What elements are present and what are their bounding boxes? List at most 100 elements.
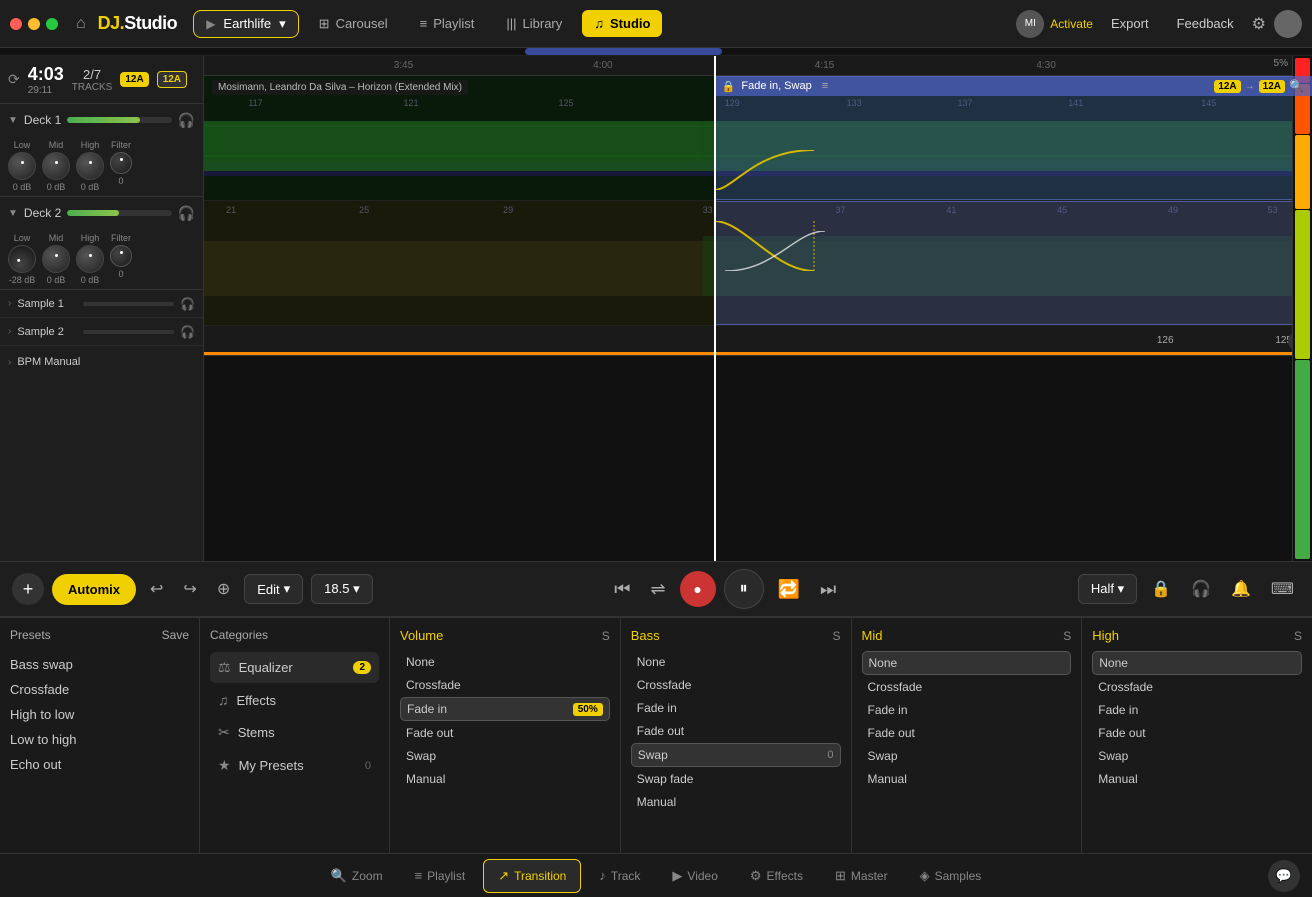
deck1-low-knob[interactable]: [8, 152, 36, 180]
volume-crossfade[interactable]: Crossfade: [400, 674, 610, 696]
settings-button[interactable]: ⚙: [1252, 14, 1266, 34]
bass-crossfade[interactable]: Crossfade: [631, 674, 841, 696]
studio-nav[interactable]: ♫ Studio: [582, 10, 662, 37]
mid-crossfade[interactable]: Crossfade: [862, 676, 1072, 698]
deck1-volume-bar[interactable]: [67, 117, 171, 123]
keyboard-button[interactable]: ⌨: [1265, 573, 1300, 605]
skip-forward-button[interactable]: ⏭: [814, 573, 842, 606]
preset-bass-swap[interactable]: Bass swap: [10, 652, 189, 677]
nav-playlist[interactable]: ≡ Playlist: [401, 860, 480, 891]
fullscreen-dot[interactable]: [46, 18, 58, 30]
transition-menu-icon[interactable]: ≡: [822, 80, 828, 92]
bass-fade-in[interactable]: Fade in: [631, 697, 841, 719]
bass-none[interactable]: None: [631, 651, 841, 673]
deck2-track[interactable]: Transporto – EarthLife 21 25 29 33 37 41…: [204, 201, 1312, 326]
deck1-high-knob[interactable]: [76, 152, 104, 180]
mid-fade-in[interactable]: Fade in: [862, 699, 1072, 721]
bass-swap-fade[interactable]: Swap fade: [631, 768, 841, 790]
deck1-mid-knob[interactable]: [42, 152, 70, 180]
snap-button[interactable]: ⊕: [211, 573, 236, 605]
mid-none[interactable]: None: [862, 651, 1072, 675]
minimize-dot[interactable]: [28, 18, 40, 30]
crossfade-button[interactable]: ⇌: [644, 573, 671, 606]
bass-s-button[interactable]: S: [832, 629, 840, 643]
high-fade-in[interactable]: Fade in: [1092, 699, 1302, 721]
deck1-headphone-icon[interactable]: 🎧: [178, 112, 195, 129]
nav-zoom[interactable]: 🔍 Zoom: [317, 860, 397, 892]
category-effects[interactable]: ♫ Effects: [210, 685, 379, 715]
nav-effects[interactable]: ⚙ Effects: [736, 860, 817, 892]
timeline-area[interactable]: 3:45 4:00 4:15 4:30 Mosimann, Leandro Da…: [204, 56, 1312, 561]
transition-block[interactable]: 🔒 Fade in, Swap ≡ 12A → 12A 🔍: [714, 76, 1312, 96]
volume-fade-in[interactable]: Fade in 50%: [400, 697, 610, 721]
nav-master[interactable]: ⊞ Master: [821, 860, 902, 892]
search-icon[interactable]: 🔍: [1289, 79, 1304, 93]
sample2-headphone[interactable]: 🎧: [180, 325, 195, 339]
volume-swap[interactable]: Swap: [400, 745, 610, 767]
high-none[interactable]: None: [1092, 651, 1302, 675]
close-dot[interactable]: [10, 18, 22, 30]
add-button[interactable]: +: [12, 573, 44, 605]
deck1-filter-knob[interactable]: [110, 152, 132, 174]
sample2-bar[interactable]: [83, 330, 174, 334]
undo-button[interactable]: ↩: [144, 573, 169, 605]
category-my-presets[interactable]: ★ My Presets 0: [210, 750, 379, 781]
home-button[interactable]: ⌂: [72, 11, 90, 37]
volume-none[interactable]: None: [400, 651, 610, 673]
chat-button[interactable]: 💬: [1268, 860, 1300, 892]
alert-button[interactable]: 🔔: [1225, 573, 1257, 605]
bass-manual[interactable]: Manual: [631, 791, 841, 813]
scroll-thumb[interactable]: [525, 48, 722, 55]
deck2-mid-knob[interactable]: [42, 245, 70, 273]
nav-video[interactable]: ▶ Video: [658, 860, 731, 892]
avatar[interactable]: [1274, 10, 1302, 38]
mid-s-button[interactable]: S: [1063, 629, 1071, 643]
automix-button[interactable]: Automix: [52, 574, 136, 605]
deck2-volume-bar[interactable]: [67, 210, 171, 216]
edit-button[interactable]: Edit ▾: [244, 574, 303, 604]
sample1-headphone[interactable]: 🎧: [180, 297, 195, 311]
feedback-button[interactable]: Feedback: [1167, 10, 1244, 37]
sample1-bar[interactable]: [83, 302, 174, 306]
loop-button[interactable]: 🔁: [772, 573, 806, 606]
high-crossfade[interactable]: Crossfade: [1092, 676, 1302, 698]
mid-fade-out[interactable]: Fade out: [862, 722, 1072, 744]
activate-button[interactable]: Activate: [1050, 17, 1093, 31]
high-fade-out[interactable]: Fade out: [1092, 722, 1302, 744]
bpm-button[interactable]: 18.5 ▾: [311, 574, 372, 604]
nav-track[interactable]: ♪ Track: [585, 860, 654, 891]
skip-back-button[interactable]: ⏮: [608, 573, 636, 606]
preset-high-to-low[interactable]: High to low: [10, 702, 189, 727]
save-button[interactable]: Save: [162, 628, 189, 642]
deck2-high-knob[interactable]: [76, 245, 104, 273]
volume-manual[interactable]: Manual: [400, 768, 610, 790]
preset-crossfade[interactable]: Crossfade: [10, 677, 189, 702]
nav-samples[interactable]: ◈ Samples: [906, 860, 996, 892]
half-button[interactable]: Half ▾: [1078, 574, 1137, 604]
carousel-nav[interactable]: ⊞ Carousel: [307, 10, 400, 38]
record-button[interactable]: ●: [680, 571, 716, 607]
mid-manual[interactable]: Manual: [862, 768, 1072, 790]
play-pause-button[interactable]: ⏸: [724, 569, 764, 609]
library-nav[interactable]: ||| Library: [494, 10, 574, 37]
bass-fade-out[interactable]: Fade out: [631, 720, 841, 742]
playlist-nav[interactable]: ≡ Playlist: [408, 10, 487, 37]
nav-transition[interactable]: ↗ Transition: [483, 859, 581, 893]
deck2-low-knob[interactable]: [3, 240, 41, 278]
redo-button[interactable]: ↪: [177, 573, 202, 605]
mini-scrollbar[interactable]: [0, 48, 1312, 56]
high-swap[interactable]: Swap: [1092, 745, 1302, 767]
preset-low-to-high[interactable]: Low to high: [10, 727, 189, 752]
deck2-filter-knob[interactable]: [110, 245, 132, 267]
bass-swap[interactable]: Swap 0: [631, 743, 841, 767]
deck2-headphone-icon[interactable]: 🎧: [178, 205, 195, 222]
headphone-button[interactable]: 🎧: [1185, 573, 1217, 605]
project-selector[interactable]: ▶ Earthlife ▾: [193, 10, 298, 38]
volume-fade-out[interactable]: Fade out: [400, 722, 610, 744]
preset-echo-out[interactable]: Echo out: [10, 752, 189, 777]
volume-s-button[interactable]: S: [602, 629, 610, 643]
export-button[interactable]: Export: [1101, 10, 1159, 37]
lock-button[interactable]: 🔒: [1145, 573, 1177, 605]
category-stems[interactable]: ✂ Stems: [210, 717, 379, 748]
high-manual[interactable]: Manual: [1092, 768, 1302, 790]
